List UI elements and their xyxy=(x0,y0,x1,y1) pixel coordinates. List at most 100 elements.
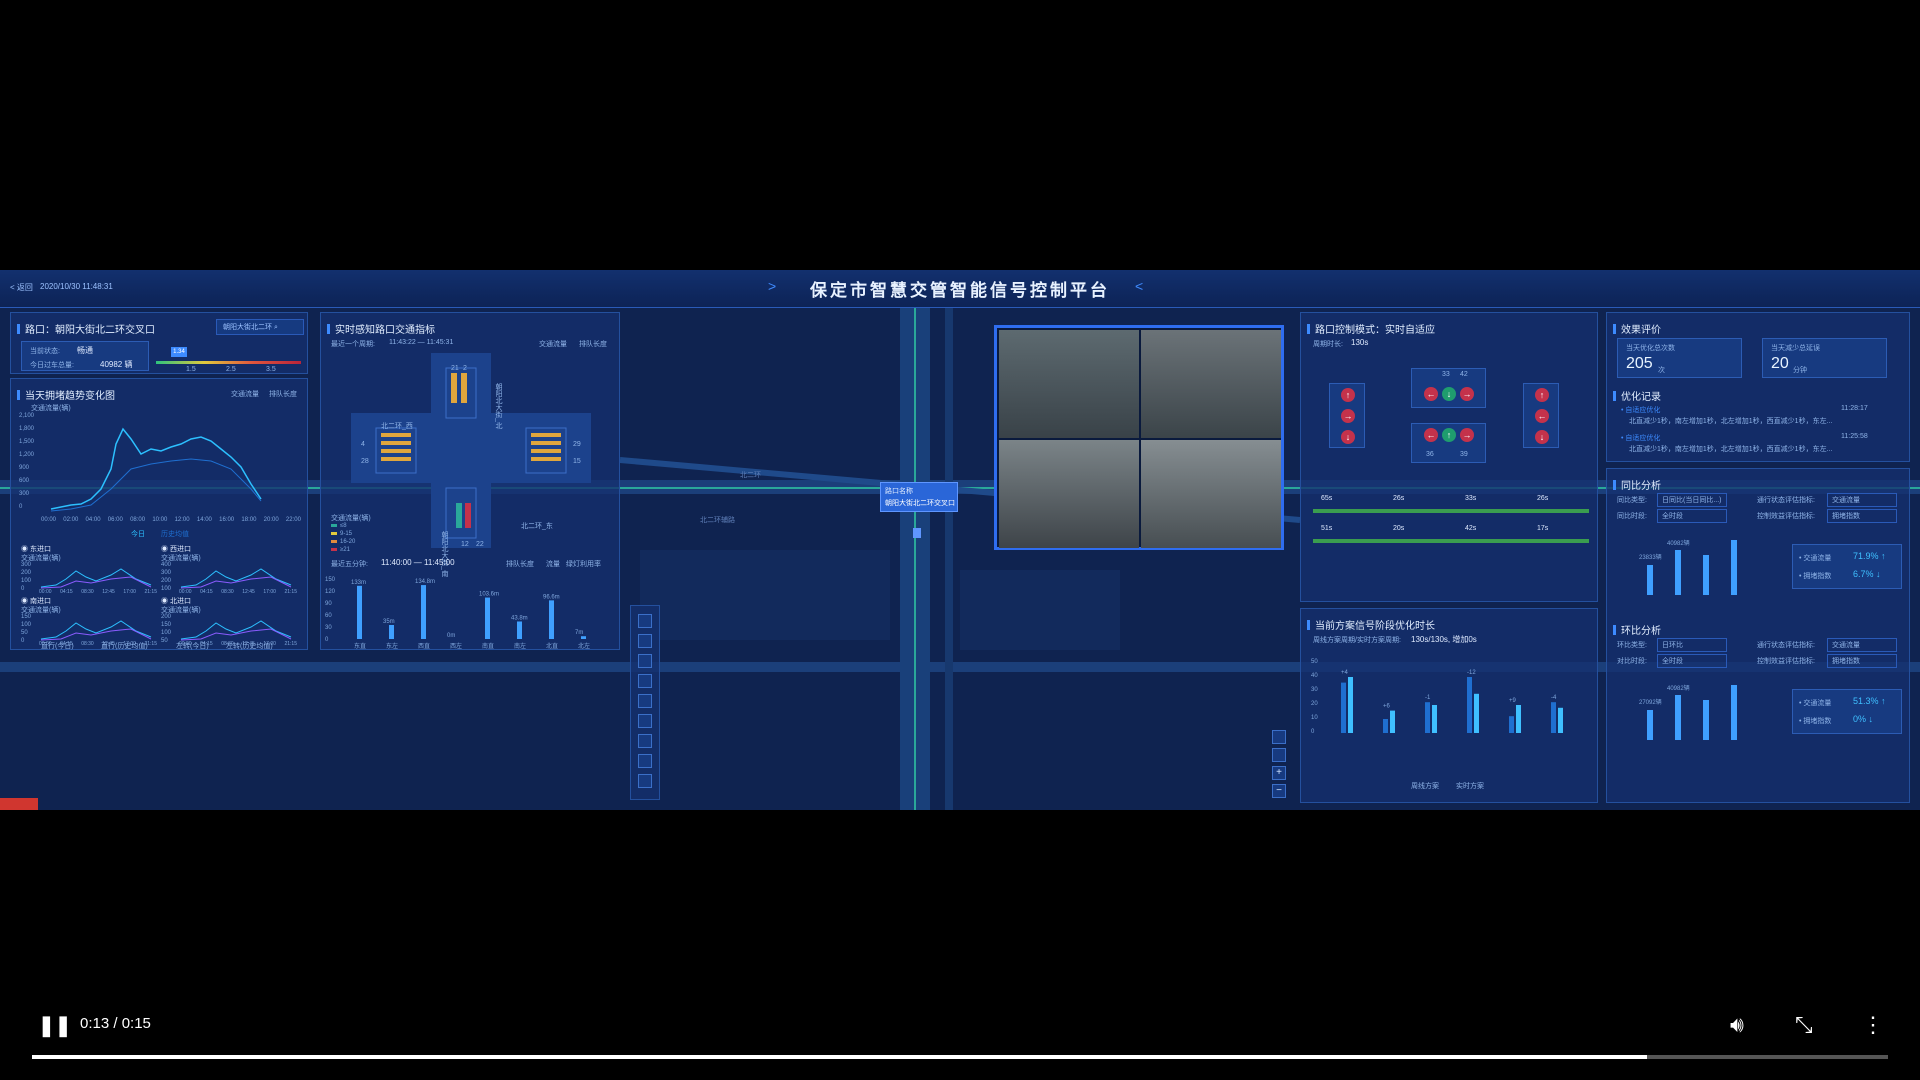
approach-xtick: 21:15 xyxy=(144,589,157,595)
trend-ytick: 600 xyxy=(19,478,30,484)
congestion-index-badge: 1.34 xyxy=(171,347,187,357)
record-title: • 自适应优化 xyxy=(1621,435,1661,442)
approach-line xyxy=(180,620,292,640)
approach-xtick: 08:30 xyxy=(81,641,94,647)
volume-icon[interactable]: 🔊︎ xyxy=(1730,1012,1744,1038)
five-min-value: 11:40:00 — 11:45:00 xyxy=(381,558,455,567)
approach-xtick: 21:15 xyxy=(284,641,297,647)
approach-legend-1: 直行(今日) xyxy=(41,643,74,650)
compare-type-select[interactable]: 日同比(当日同比...) xyxy=(1657,493,1727,507)
compare-type-select[interactable]: 日环比 xyxy=(1657,638,1727,652)
zoom-out-button[interactable]: − xyxy=(1272,784,1286,798)
approach-legend-4: 左转(历史均值) xyxy=(226,643,273,650)
metric-value: 51.3% ↑ xyxy=(1853,696,1886,706)
zoom-in-button[interactable]: + xyxy=(1272,766,1286,780)
tab-queue-length[interactable]: 排队长度 xyxy=(269,389,297,399)
back-link[interactable]: < 返回 xyxy=(10,282,33,293)
toolbar-button[interactable] xyxy=(638,614,652,628)
map-marker-icon[interactable] xyxy=(913,528,921,538)
queue-ytick: 30 xyxy=(325,625,332,631)
approach-chart: ◉ 北进口交通流量(辆)20015010050000:0004:1508:301… xyxy=(161,596,299,647)
tab-queue[interactable]: 排队长度 xyxy=(506,559,534,569)
phase-duration: 33s xyxy=(1465,495,1477,502)
queue-ytick: 150 xyxy=(325,577,336,583)
queue-bar-label: 96.6m xyxy=(543,594,560,600)
opt-legend-1: 周线方案 xyxy=(1411,783,1439,790)
intersection-search-input[interactable]: 朝阳大街北二环 ⌕ xyxy=(216,319,304,335)
layer-icon[interactable] xyxy=(1272,730,1286,744)
video-progress-bar[interactable] xyxy=(32,1055,1888,1059)
record-item[interactable]: • 自适应优化 11:25:58 北直减少1秒，南左增加1秒，北左增加1秒，西直减少… xyxy=(1621,433,1901,459)
camera-view-2[interactable] xyxy=(1141,330,1281,438)
tab-traffic-flow[interactable]: 交通流量 xyxy=(231,389,259,399)
trend-xtick: 12:00 xyxy=(174,517,190,523)
compare-bar-label: 27092辆 xyxy=(1639,698,1662,706)
more-options-icon[interactable]: ⋮ xyxy=(1862,1012,1884,1038)
compare-period-select[interactable]: 全时段 xyxy=(1657,654,1727,668)
status-value: 畅通 xyxy=(77,346,93,355)
compare-eval-select[interactable]: 交通流量 xyxy=(1827,638,1897,652)
compare-eval-select[interactable]: 交通流量 xyxy=(1827,493,1897,507)
map-popup[interactable]: 路口名称 朝阳大街北二环交叉口 xyxy=(880,482,958,512)
toolbar-button[interactable] xyxy=(638,674,652,688)
approach-ytick: 50 xyxy=(161,638,168,643)
records-title: 优化记录 xyxy=(1613,388,1661,403)
timestamp: 2020/10/30 11:48:31 xyxy=(40,282,113,291)
approach-line-2 xyxy=(180,576,292,589)
approach-ytick: 200 xyxy=(161,614,172,620)
compare-bar-label: 23833辆 xyxy=(1639,553,1662,561)
camera-view-1[interactable] xyxy=(999,330,1139,438)
compare-ctrl-select[interactable]: 拥堵指数 xyxy=(1827,509,1897,523)
toolbar-button[interactable] xyxy=(638,734,652,748)
compare-bar xyxy=(1647,565,1653,595)
opt-bar-plan xyxy=(1509,716,1514,733)
record-text: 北直减少1秒，南左增加1秒，北左增加1秒，西直减少1秒，东左... xyxy=(1629,446,1833,453)
tab-rt-queue[interactable]: 排队长度 xyxy=(579,339,607,349)
tab-flow[interactable]: 流量 xyxy=(546,559,560,569)
opt-bar-plan xyxy=(1467,677,1472,733)
toolbar-button[interactable] xyxy=(638,694,652,708)
compare-ctrl-select[interactable]: 拥堵指数 xyxy=(1827,654,1897,668)
phase-bar-1 xyxy=(1313,509,1589,513)
trend-xtick: 00:00 xyxy=(41,517,57,523)
camera-view-3[interactable] xyxy=(999,440,1139,548)
arrow-down-icon: ↓ xyxy=(1341,430,1355,444)
pause-button[interactable]: ❚❚ xyxy=(38,1013,72,1038)
phase-duration: 17s xyxy=(1537,525,1549,532)
approach-line-2 xyxy=(40,576,152,589)
toolbar-button[interactable] xyxy=(638,714,652,728)
exit-fullscreen-icon[interactable]: ⤡ xyxy=(1795,1012,1813,1038)
opt-bar-plan xyxy=(1341,682,1346,733)
compare-bar xyxy=(1731,685,1737,740)
compare-bar xyxy=(1675,695,1681,740)
queue-category: 西左 xyxy=(450,642,462,650)
record-item[interactable]: • 自适应优化 11:28:17 北直减少1秒，南左增加1秒，北左增加1秒，西直减少… xyxy=(1621,405,1901,431)
flow-legend-item: ≥21 xyxy=(331,547,355,555)
intersection-panel: 路口：朝阳大街北二环交叉口 朝阳大街北二环 ⌕ 当前状态: 畅通 今日过车总量:… xyxy=(10,312,308,374)
opt-count-card: 当天优化总次数 205 次 xyxy=(1617,338,1742,378)
toolbar-button[interactable] xyxy=(638,634,652,648)
compare-period-select[interactable]: 全时段 xyxy=(1657,509,1727,523)
trend-xtick: 14:00 xyxy=(196,517,212,523)
trend-xtick: 22:00 xyxy=(285,517,301,523)
trend-xtick: 04:00 xyxy=(85,517,101,523)
phase-east: ↑ ← ↓ xyxy=(1523,383,1559,448)
compare-title: 环比分析 xyxy=(1613,622,1661,637)
camera-feed[interactable] xyxy=(994,325,1284,550)
approach-ytick: 150 xyxy=(21,614,32,620)
toolbar-button[interactable] xyxy=(638,754,652,768)
toolbar-button[interactable] xyxy=(638,654,652,668)
queue-bar-label: 43.8m xyxy=(511,615,528,621)
mom-section: 环比分析 环比类型: 日环比 通行状态评估指标: 交通流量 对比时段: 全时段 控制效益评估指… xyxy=(1607,614,1911,764)
approach-ytick: 400 xyxy=(161,562,172,568)
congestion-scale-bar xyxy=(156,361,301,364)
camera-view-4[interactable] xyxy=(1141,440,1281,548)
compare-bar xyxy=(1675,550,1681,595)
compare-period-label: 同比时段: xyxy=(1617,513,1647,520)
queue-bar-label: 134.8m xyxy=(415,579,435,585)
toolbar-button[interactable] xyxy=(638,774,652,788)
opt-legend-2: 实时方案 xyxy=(1456,783,1484,790)
tab-green-util[interactable]: 绿灯利用率 xyxy=(566,559,601,569)
tab-rt-flow[interactable]: 交通流量 xyxy=(539,339,567,349)
locate-icon[interactable] xyxy=(1272,748,1286,762)
